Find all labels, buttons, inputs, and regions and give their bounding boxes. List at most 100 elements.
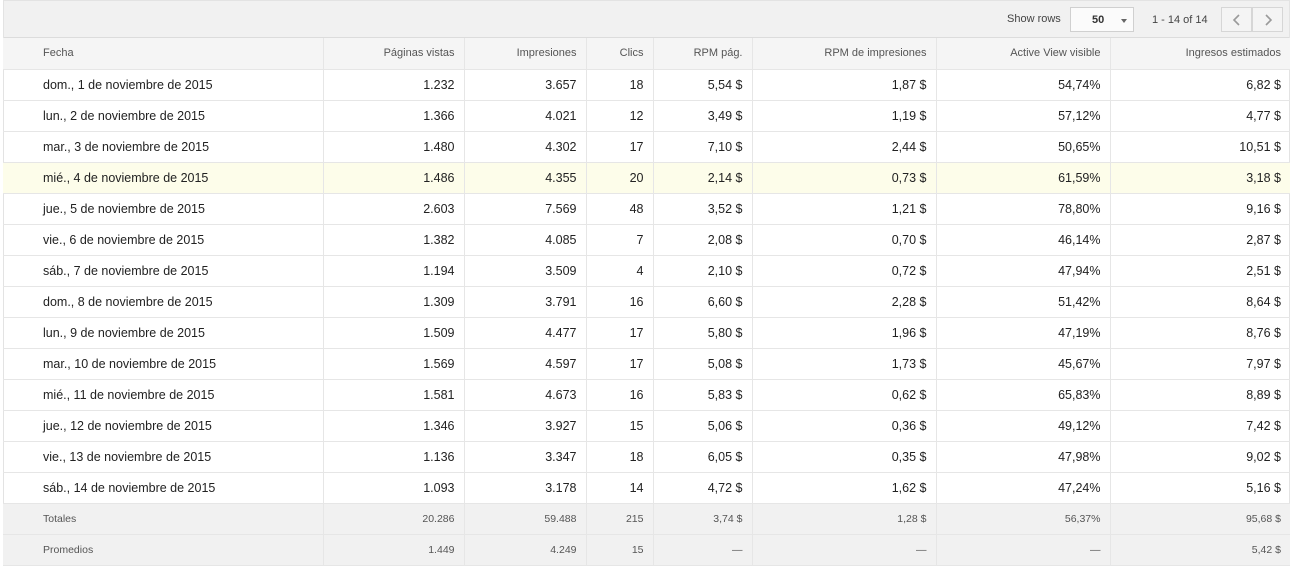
value-cell: 1,62 $: [752, 472, 937, 504]
value-cell: 9,16 $: [1110, 193, 1290, 225]
next-page-button[interactable]: [1252, 7, 1283, 32]
date-cell: lun., 9 de noviembre de 2015: [3, 317, 324, 349]
value-cell: 4.085: [464, 224, 587, 256]
value-cell: 45,67%: [936, 348, 1111, 380]
value-cell: 6,05 $: [653, 441, 753, 473]
pagination-info: 1 - 14 of 14: [1152, 14, 1208, 26]
summary-value: 1.449: [323, 534, 465, 566]
value-cell: 8,64 $: [1110, 286, 1290, 318]
summary-value: —: [752, 534, 937, 566]
value-cell: 5,08 $: [653, 348, 753, 380]
summary-value: 215: [586, 503, 654, 535]
value-cell: 0,72 $: [752, 255, 937, 287]
value-cell: 3,52 $: [653, 193, 753, 225]
value-cell: 8,76 $: [1110, 317, 1290, 349]
value-cell: 5,83 $: [653, 379, 753, 411]
value-cell: 47,19%: [936, 317, 1111, 349]
value-cell: 6,60 $: [653, 286, 753, 318]
value-cell: 4.355: [464, 162, 587, 194]
value-cell: 46,14%: [936, 224, 1111, 256]
report-table-panel: Show rows 50 1 - 14 of 14 Fecha Páginas …: [3, 0, 1290, 566]
value-cell: 2,10 $: [653, 255, 753, 287]
column-header-5[interactable]: RPM de impresiones: [752, 38, 937, 70]
summary-value: 56,37%: [936, 503, 1111, 535]
date-cell: jue., 5 de noviembre de 2015: [3, 193, 324, 225]
value-cell: 1.093: [323, 472, 465, 504]
column-header-0[interactable]: Fecha: [3, 38, 324, 70]
summary-value: 5,42 $: [1110, 534, 1290, 566]
value-cell: 12: [586, 100, 654, 132]
table-row: sáb., 7 de noviembre de 2015 1.194 3.509 4 2…: [3, 255, 1290, 287]
value-cell: 51,42%: [936, 286, 1111, 318]
summary-label: Promedios: [3, 534, 324, 566]
value-cell: 7: [586, 224, 654, 256]
summary-value: 4.249: [464, 534, 587, 566]
column-header-1[interactable]: Páginas vistas: [323, 38, 465, 70]
value-cell: 3,49 $: [653, 100, 753, 132]
value-cell: 1.382: [323, 224, 465, 256]
summary-label: Totales: [3, 503, 324, 535]
value-cell: 18: [586, 69, 654, 101]
date-cell: mié., 11 de noviembre de 2015: [3, 379, 324, 411]
column-header-6[interactable]: Active View visible: [936, 38, 1111, 70]
value-cell: 1,19 $: [752, 100, 937, 132]
date-cell: lun., 2 de noviembre de 2015: [3, 100, 324, 132]
value-cell: 1.509: [323, 317, 465, 349]
value-cell: 4.597: [464, 348, 587, 380]
value-cell: 1,96 $: [752, 317, 937, 349]
summary-value: 95,68 $: [1110, 503, 1290, 535]
value-cell: 10,51 $: [1110, 131, 1290, 163]
table-row: dom., 1 de noviembre de 2015 1.232 3.657 18…: [3, 69, 1290, 101]
value-cell: 57,12%: [936, 100, 1111, 132]
value-cell: 16: [586, 379, 654, 411]
chevron-right-icon: [1265, 14, 1273, 26]
chevron-left-icon: [1232, 14, 1240, 26]
value-cell: 2,28 $: [752, 286, 937, 318]
table-row: sáb., 14 de noviembre de 2015 1.093 3.178 1…: [3, 472, 1290, 504]
value-cell: 0,62 $: [752, 379, 937, 411]
value-cell: 1.366: [323, 100, 465, 132]
value-cell: 15: [586, 410, 654, 442]
value-cell: 7,42 $: [1110, 410, 1290, 442]
previous-page-button[interactable]: [1221, 7, 1252, 32]
column-header-7[interactable]: Ingresos estimados: [1110, 38, 1290, 70]
table-row: mié., 11 de noviembre de 2015 1.581 4.673 1…: [3, 379, 1290, 411]
value-cell: 50,65%: [936, 131, 1111, 163]
value-cell: 47,24%: [936, 472, 1111, 504]
value-cell: 1.232: [323, 69, 465, 101]
value-cell: 49,12%: [936, 410, 1111, 442]
column-header-2[interactable]: Impresiones: [464, 38, 587, 70]
averages-row: Promedios 1.449 4.249 15— — —5,42 $: [3, 534, 1290, 566]
table-row: vie., 6 de noviembre de 2015 1.382 4.085 7 2…: [3, 224, 1290, 256]
value-cell: 5,80 $: [653, 317, 753, 349]
value-cell: 3.509: [464, 255, 587, 287]
rows-per-page-select[interactable]: 50: [1070, 7, 1134, 32]
value-cell: 4.021: [464, 100, 587, 132]
column-header-3[interactable]: Clics: [586, 38, 654, 70]
value-cell: 4,77 $: [1110, 100, 1290, 132]
value-cell: 9,02 $: [1110, 441, 1290, 473]
value-cell: 6,82 $: [1110, 69, 1290, 101]
date-cell: mié., 4 de noviembre de 2015: [3, 162, 324, 194]
rows-per-page-value: 50: [1092, 14, 1105, 26]
value-cell: 3.347: [464, 441, 587, 473]
value-cell: 20: [586, 162, 654, 194]
value-cell: 1.309: [323, 286, 465, 318]
value-cell: 2,51 $: [1110, 255, 1290, 287]
value-cell: 3.791: [464, 286, 587, 318]
value-cell: 1,21 $: [752, 193, 937, 225]
date-cell: jue., 12 de noviembre de 2015: [3, 410, 324, 442]
value-cell: 61,59%: [936, 162, 1111, 194]
value-cell: 4,72 $: [653, 472, 753, 504]
value-cell: 4: [586, 255, 654, 287]
date-cell: sáb., 7 de noviembre de 2015: [3, 255, 324, 287]
column-header-4[interactable]: RPM pág.: [653, 38, 753, 70]
table-header-row: Fecha Páginas vistas Impresiones Clics RPM p…: [3, 38, 1290, 70]
value-cell: 78,80%: [936, 193, 1111, 225]
value-cell: 54,74%: [936, 69, 1111, 101]
date-cell: vie., 6 de noviembre de 2015: [3, 224, 324, 256]
value-cell: 48: [586, 193, 654, 225]
value-cell: 18: [586, 441, 654, 473]
value-cell: 1.581: [323, 379, 465, 411]
value-cell: 5,16 $: [1110, 472, 1290, 504]
